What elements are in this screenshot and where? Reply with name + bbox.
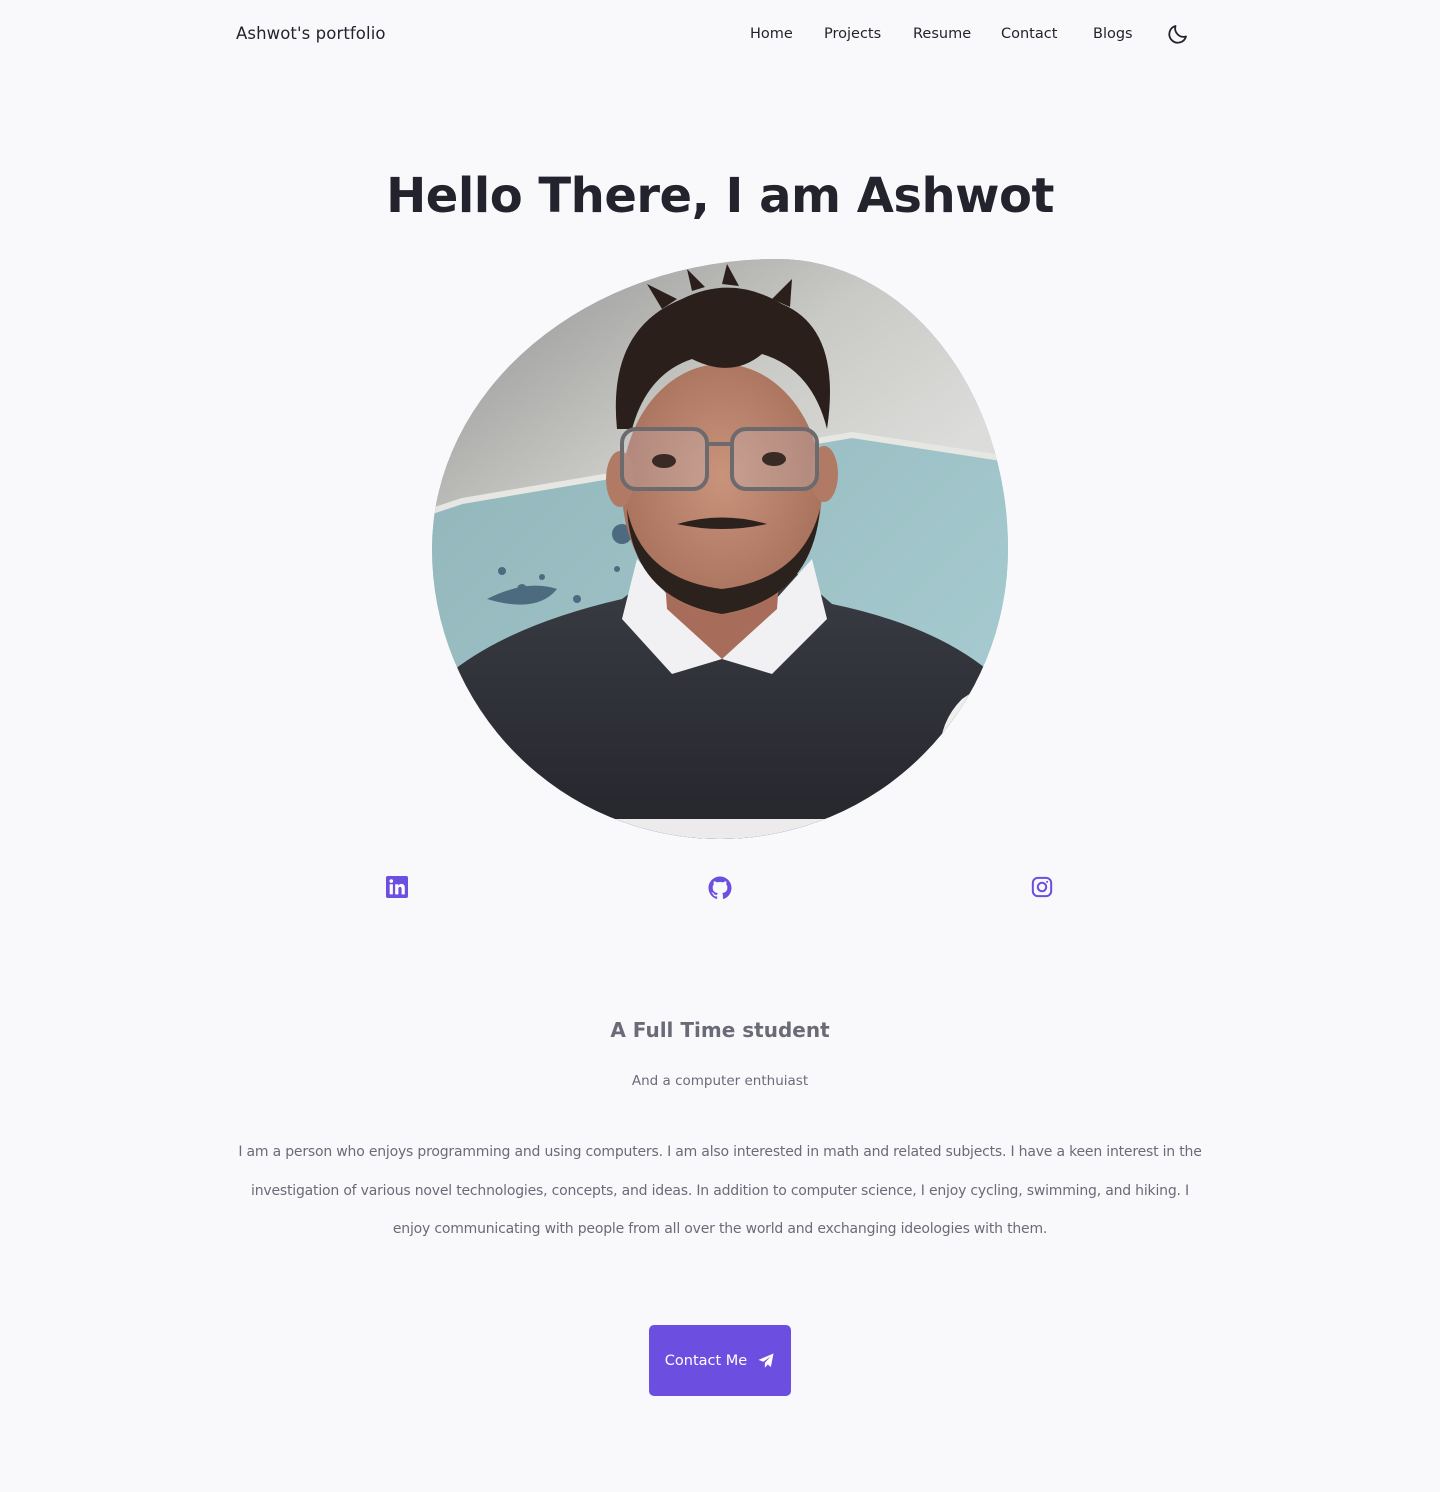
linkedin-icon: [386, 876, 408, 898]
send-icon: [758, 1353, 774, 1368]
nav-projects[interactable]: Projects: [824, 26, 881, 42]
github-link[interactable]: [708, 876, 732, 900]
moon-icon: [1168, 25, 1187, 44]
social-links: [0, 876, 1440, 902]
site-header: Ashwot's portfolio Home Projects Resume …: [0, 0, 1440, 72]
nav-blogs[interactable]: Blogs: [1093, 26, 1133, 42]
github-icon: [708, 876, 732, 899]
nav-home[interactable]: Home: [750, 26, 793, 42]
avatar-photo: [432, 259, 1008, 839]
about-bio: I am a person who enjoys programming and…: [238, 1144, 1202, 1237]
contact-me-button[interactable]: Contact Me: [649, 1325, 791, 1396]
nav-resume[interactable]: Resume: [913, 26, 971, 42]
theme-toggle-button[interactable]: [1166, 22, 1190, 46]
nav-contact[interactable]: Contact: [1001, 26, 1057, 42]
instagram-link[interactable]: [1031, 876, 1055, 900]
avatar: [432, 259, 1008, 839]
linkedin-link[interactable]: [386, 876, 410, 900]
site-logo[interactable]: Ashwot's portfolio: [236, 24, 386, 43]
instagram-icon: [1031, 876, 1053, 898]
about-tagline: And a computer enthuiast: [631, 1073, 809, 1089]
about-subtitle: A Full Time student: [610, 1018, 830, 1042]
hero-title: Hello There, I am Ashwot: [386, 168, 1054, 224]
contact-me-label: Contact Me: [664, 1352, 748, 1369]
